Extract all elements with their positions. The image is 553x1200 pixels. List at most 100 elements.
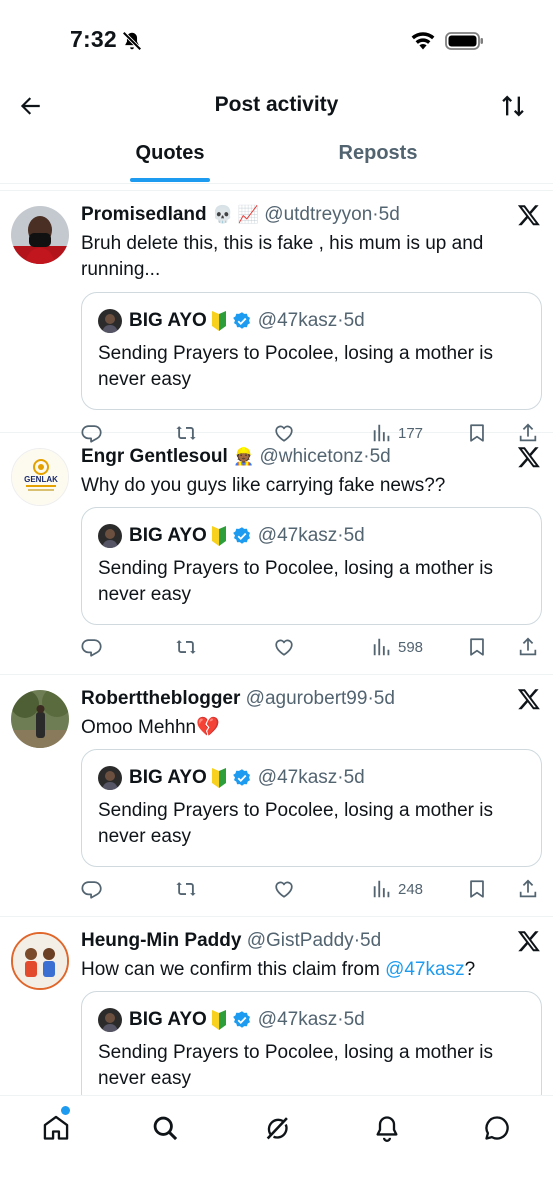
avatar[interactable]: [11, 206, 69, 264]
views-button[interactable]: 598: [371, 634, 423, 660]
views-button[interactable]: 248: [371, 876, 423, 902]
quote-author-name: BIG AYO: [129, 1009, 207, 1030]
beginner-mark-icon: [211, 311, 226, 331]
nav-home[interactable]: [39, 1111, 73, 1145]
x-logo-icon: [517, 931, 540, 952]
sort-button[interactable]: [496, 90, 530, 122]
author-name[interactable]: Heung-Min Paddy: [81, 930, 241, 951]
beginner-mark-icon: [211, 526, 226, 546]
home-icon: [43, 1115, 69, 1140]
quote-avatar: [98, 309, 122, 333]
repost-icon: [176, 640, 196, 654]
post-item[interactable]: Heung-Min Paddy @GistPaddy·5d How can we…: [0, 917, 553, 1095]
x-logo-icon: [517, 689, 540, 710]
bookmark-button[interactable]: [466, 634, 488, 660]
quote-text: Sending Prayers to Pocolee, losing a mot…: [98, 558, 493, 605]
page-title: Post activity: [214, 93, 339, 116]
author-handle[interactable]: @GistPaddy: [247, 930, 354, 951]
quote-text: Sending Prayers to Pocolee, losing a mot…: [98, 1042, 493, 1089]
post-time: 5d: [360, 930, 382, 951]
avatar-logo-text: GENLAK: [24, 475, 58, 484]
verified-badge-icon: [232, 527, 250, 544]
quote-text: Sending Prayers to Pocolee, losing a mot…: [98, 343, 493, 390]
like-button[interactable]: [273, 634, 295, 660]
views-count: 248: [398, 880, 424, 898]
post-header: Promisedland 💀 📈 @utdtreyyon·5d: [81, 203, 400, 227]
post-text: Why do you guys like carrying fake news?…: [81, 475, 446, 496]
quote-header: BIG AYO @47kasz · 5d: [129, 1008, 365, 1032]
share-button[interactable]: [517, 634, 539, 660]
quoted-post[interactable]: BIG AYO @47kasz · 5d Sending Prayers to Po…: [81, 507, 542, 625]
x-logo-icon: [517, 447, 540, 468]
quote-author-name: BIG AYO: [129, 525, 207, 546]
repost-button[interactable]: [175, 634, 197, 660]
quote-avatar: [98, 766, 122, 790]
quote-author-handle: @47kasz: [257, 525, 338, 546]
quoted-post[interactable]: BIG AYO @47kasz · 5d Sending Prayers to Po…: [81, 749, 542, 867]
quote-time: 5d: [343, 310, 365, 331]
heart-icon: [275, 639, 293, 656]
quote-author-name: BIG AYO: [129, 767, 207, 788]
avatar[interactable]: GENLAK: [11, 448, 69, 506]
post-time: 5d: [378, 204, 400, 225]
tab-quotes[interactable]: Quotes: [110, 142, 230, 165]
share-button[interactable]: [517, 876, 539, 902]
quote-avatar: [98, 524, 122, 548]
author-handle[interactable]: @utdtreyyon: [264, 204, 372, 225]
reply-button[interactable]: [81, 876, 103, 902]
author-name[interactable]: Promisedland: [81, 204, 207, 225]
grok-icon: [266, 1117, 288, 1140]
share-icon: [519, 879, 537, 898]
quote-author-handle: @47kasz: [257, 310, 338, 331]
quoted-post[interactable]: BIG AYO @47kasz · 5d Sending Prayers to Po…: [81, 991, 542, 1095]
x-logo-icon: [517, 205, 540, 226]
bookmark-icon: [470, 638, 484, 656]
post-item[interactable]: Roberttheblogger @agurobert99·5d Omoo Me…: [0, 675, 553, 917]
post-item[interactable]: Promisedland 💀 📈 @utdtreyyon·5d Bruh del…: [0, 191, 553, 443]
author-handle[interactable]: @whicetonz: [259, 446, 363, 467]
avatar[interactable]: [11, 690, 69, 748]
quote-time: 5d: [343, 1009, 365, 1030]
post-header: Roberttheblogger @agurobert99·5d: [81, 687, 395, 711]
verified-badge-icon: [232, 312, 250, 329]
nav-search[interactable]: [148, 1111, 182, 1145]
quote-author-handle: @47kasz: [257, 767, 338, 788]
nav-messages[interactable]: [480, 1111, 514, 1145]
reply-icon: [81, 881, 102, 899]
post-item[interactable]: GENLAK Engr Gentlesoul 👷🏾 @whicetonz·5d …: [0, 433, 553, 675]
reply-button[interactable]: [81, 634, 103, 660]
author-name[interactable]: Engr Gentlesoul: [81, 446, 228, 467]
nav-notifications[interactable]: [370, 1111, 404, 1145]
quotes-feed[interactable]: Promisedland 💀 📈 @utdtreyyon·5d Bruh del…: [0, 190, 553, 1095]
post-time: 5d: [369, 446, 391, 467]
quote-author-name: BIG AYO: [129, 310, 207, 331]
mention-link[interactable]: @47kasz: [385, 959, 465, 980]
like-button[interactable]: [273, 876, 295, 902]
bottom-nav: [0, 1095, 553, 1200]
status-bar: 7:32: [0, 0, 553, 80]
quote-text: Sending Prayers to Pocolee, losing a mot…: [98, 800, 493, 847]
repost-button[interactable]: [175, 876, 197, 902]
messages-icon: [485, 1116, 509, 1140]
active-tab-indicator: [130, 178, 210, 182]
nav-grok[interactable]: [260, 1111, 294, 1145]
heart-icon: [275, 881, 293, 898]
post-time: 5d: [373, 688, 395, 709]
tab-reposts[interactable]: Reposts: [318, 142, 438, 165]
author-name[interactable]: Roberttheblogger: [81, 688, 240, 709]
quoted-post[interactable]: BIG AYO @47kasz · 5d Sending Prayers to Po…: [81, 292, 542, 410]
top-bar: Post activity: [0, 80, 553, 132]
search-icon: [153, 1116, 178, 1141]
post-text-prefix: How can we confirm this claim from: [81, 959, 386, 980]
bookmark-button[interactable]: [466, 876, 488, 902]
quote-avatar: [98, 1008, 122, 1032]
quote-header: BIG AYO @47kasz · 5d: [129, 766, 365, 790]
repost-icon: [176, 882, 196, 896]
author-handle[interactable]: @agurobert99: [246, 688, 368, 709]
status-time: 7:32: [70, 26, 117, 52]
bookmark-icon: [470, 880, 484, 898]
quote-author-handle: @47kasz: [257, 1009, 338, 1030]
quote-header: BIG AYO @47kasz · 5d: [129, 524, 365, 548]
avatar[interactable]: [11, 932, 69, 990]
beginner-mark-icon: [211, 768, 226, 788]
